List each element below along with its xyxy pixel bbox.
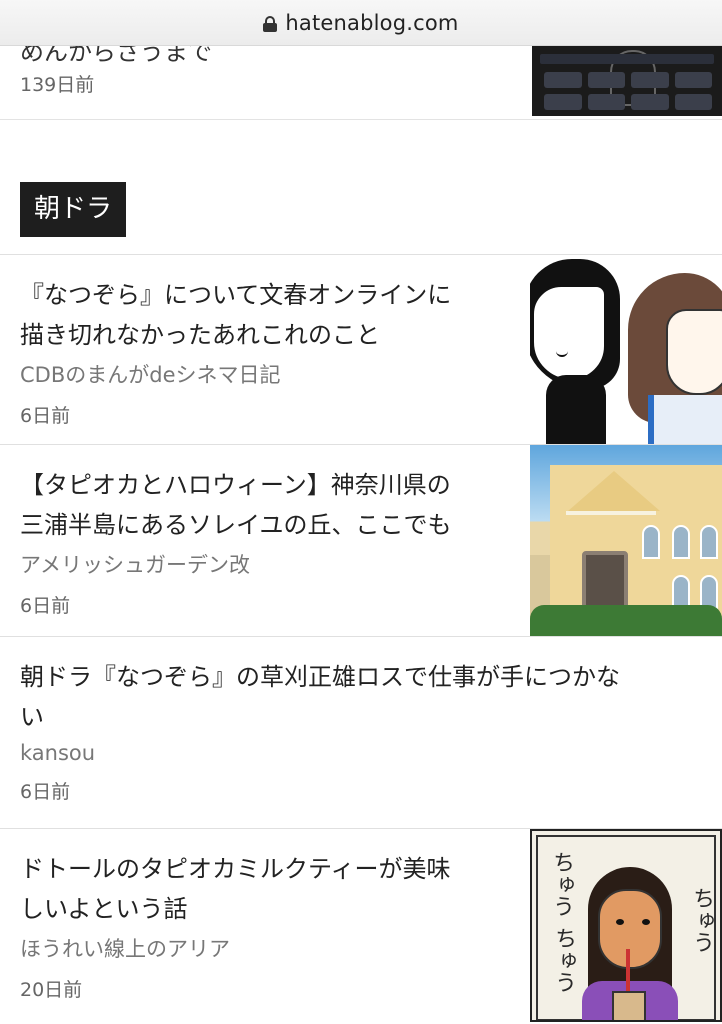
entry-thumbnail[interactable] [532, 46, 722, 116]
entry-date: 6日前 [20, 405, 71, 427]
comic-sound-effect: ちゅう [551, 927, 576, 993]
entry-title[interactable]: 『なつぞら』について文春オンラインに 描き切れなかったあれこれのこと [20, 275, 510, 355]
blog-name: ほうれい線上のアリア [20, 937, 230, 961]
entry-title: めんからさうまで [20, 46, 212, 66]
lock-icon [263, 15, 278, 32]
entry-date: 6日前 [20, 595, 71, 617]
entry-thumbnail[interactable] [530, 445, 722, 636]
entry-list: 『なつぞら』について文春オンラインに 描き切れなかったあれこれのこと CDBのま… [0, 254, 722, 1022]
list-item[interactable]: ドトールのタピオカミルクティーが美味 しいよという話 ほうれい線上のアリア 20… [0, 828, 722, 1022]
list-item[interactable]: 【タピオカとハロウィーン】神奈川県の 三浦半島にあるソレイユの丘、ここでも アメ… [0, 444, 722, 636]
section-heading: 朝ドラ [20, 182, 127, 237]
entry-title[interactable]: ドトールのタピオカミルクティーが美味 しいよという話 [20, 849, 510, 929]
blog-name: kansou [20, 741, 96, 765]
browser-address-bar[interactable]: hatenablog.com [0, 0, 722, 46]
comic-sound-effect: ちゅう [549, 851, 574, 917]
entry-date: 139日前 [20, 74, 95, 96]
entry-thumbnail[interactable] [530, 255, 722, 444]
entry-date: 20日前 [20, 979, 83, 1001]
blog-name: アメリッシュガーデン改 [20, 553, 250, 577]
entry-thumbnail[interactable]: ちゅう ちゅう ちゅう [530, 829, 722, 1022]
comic-sound-effect: ちゅう [689, 887, 714, 953]
blog-name: CDBのまんがdeシネマ日記 [20, 363, 281, 387]
entry-title[interactable]: 朝ドラ『なつぞら』の草刈正雄ロスで仕事が手につかな い [20, 657, 700, 737]
entry-title[interactable]: 【タピオカとハロウィーン】神奈川県の 三浦半島にあるソレイユの丘、ここでも [20, 465, 510, 545]
list-item[interactable]: 『なつぞら』について文春オンラインに 描き切れなかったあれこれのこと CDBのま… [0, 254, 722, 444]
list-item-previous[interactable]: めんからさうまで 139日前 [0, 46, 722, 120]
entry-date: 6日前 [20, 781, 71, 803]
url-text: hatenablog.com [285, 10, 459, 35]
list-item[interactable]: 朝ドラ『なつぞら』の草刈正雄ロスで仕事が手につかな い kansou 6日前 [0, 636, 722, 828]
